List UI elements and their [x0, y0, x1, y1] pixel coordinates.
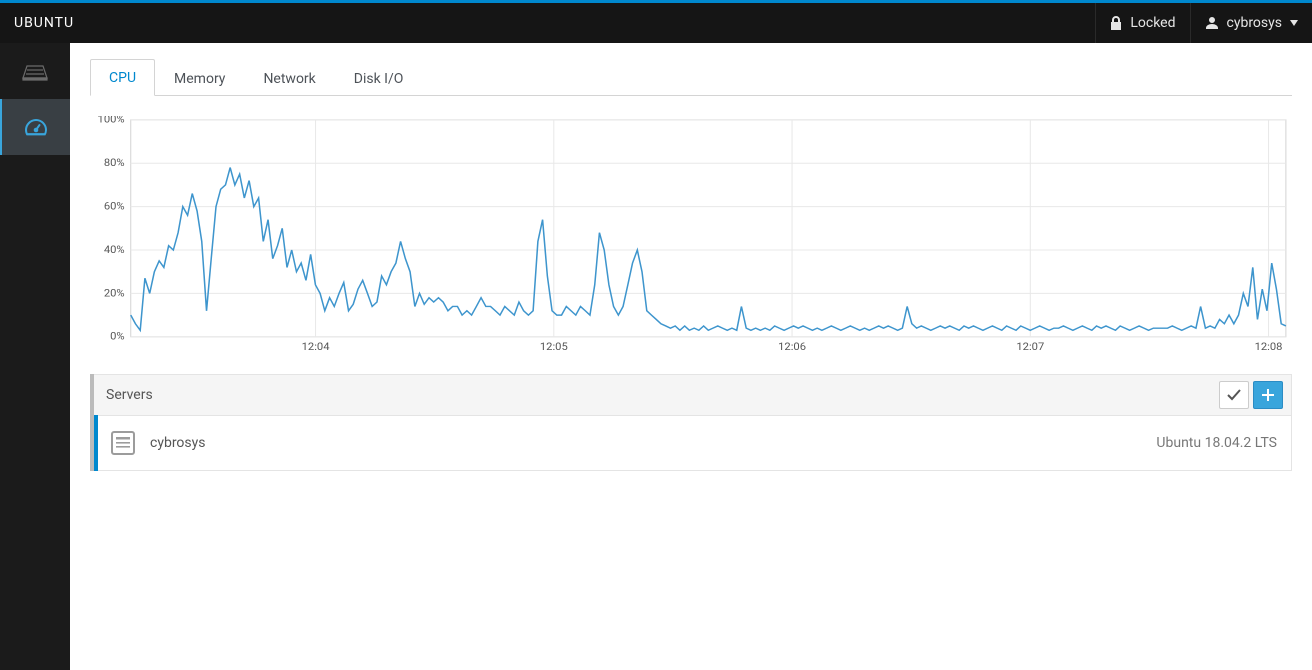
svg-text:12:07: 12:07 — [1016, 341, 1044, 354]
confirm-button[interactable] — [1219, 381, 1249, 409]
tab-label: Memory — [174, 71, 225, 87]
svg-text:12:04: 12:04 — [302, 341, 330, 354]
check-icon — [1227, 389, 1241, 401]
sidebar — [0, 43, 70, 670]
svg-text:0%: 0% — [110, 330, 125, 343]
servers-panel: Servers — [90, 374, 1292, 471]
servers-title: Servers — [106, 387, 1215, 403]
chevron-down-icon — [1290, 20, 1298, 26]
server-name: cybrosys — [150, 435, 1142, 451]
svg-text:12:05: 12:05 — [540, 341, 568, 354]
sidebar-item-system[interactable] — [0, 43, 70, 99]
svg-text:12:08: 12:08 — [1255, 341, 1283, 354]
svg-text:12:06: 12:06 — [778, 341, 806, 354]
tab-network[interactable]: Network — [244, 60, 334, 96]
server-stack-icon — [21, 61, 49, 81]
add-server-button[interactable] — [1253, 381, 1283, 409]
lock-button[interactable]: Locked — [1095, 3, 1189, 43]
svg-text:20%: 20% — [104, 287, 125, 300]
tab-label: Disk I/O — [354, 71, 404, 87]
tab-cpu[interactable]: CPU — [90, 59, 155, 96]
sidebar-item-dashboard[interactable] — [0, 99, 70, 155]
app-title: UBUNTU — [14, 15, 74, 31]
lock-icon — [1110, 16, 1122, 30]
server-os: Ubuntu 18.04.2 LTS — [1156, 435, 1277, 451]
user-icon — [1205, 16, 1219, 30]
tabs: CPU Memory Network Disk I/O — [90, 59, 1292, 96]
svg-text:100%: 100% — [98, 116, 125, 126]
servers-header: Servers — [94, 374, 1292, 416]
server-row[interactable]: cybrosys Ubuntu 18.04.2 LTS — [98, 415, 1292, 471]
cpu-chart: 0% 20% 40% 60% 80% 100% 12:04 12:05 12:06 12:07 12… — [90, 116, 1292, 356]
main-content: CPU Memory Network Disk I/O 0% 20% 40% 60% 8… — [70, 43, 1312, 670]
tab-label: Network — [263, 71, 315, 87]
tab-memory[interactable]: Memory — [155, 60, 244, 96]
svg-text:40%: 40% — [104, 243, 125, 256]
svg-text:80%: 80% — [104, 156, 125, 169]
user-menu[interactable]: cybrosys — [1190, 3, 1312, 43]
host-icon — [110, 430, 136, 456]
lock-label: Locked — [1130, 15, 1175, 31]
topbar: UBUNTU Locked cybrosys — [0, 3, 1312, 43]
tab-label: CPU — [109, 70, 136, 86]
user-label: cybrosys — [1227, 15, 1282, 31]
svg-text:60%: 60% — [104, 200, 125, 213]
tab-diskio[interactable]: Disk I/O — [335, 60, 423, 96]
plus-icon — [1262, 389, 1274, 401]
dashboard-icon — [23, 117, 49, 137]
